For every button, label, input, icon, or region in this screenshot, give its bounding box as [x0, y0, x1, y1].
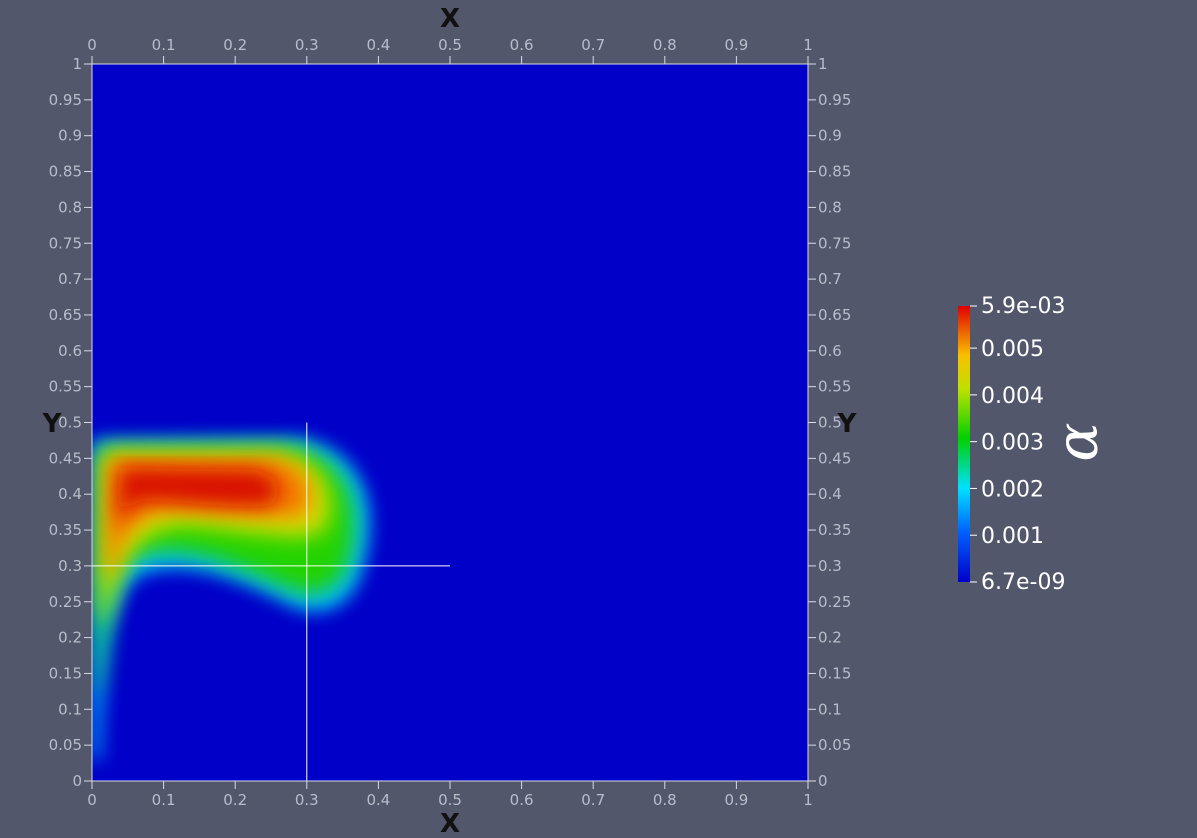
- colorbar-tick-label: 0.005: [981, 337, 1044, 362]
- x-tick-label: 0.2: [223, 791, 247, 809]
- y-tick-label: 0.75: [49, 234, 82, 252]
- y-tick-label: 0.9: [58, 127, 82, 145]
- colorbar-title: α: [1043, 422, 1111, 461]
- x-tick-label: 0.6: [510, 791, 534, 809]
- x-axis-title-bottom: X: [440, 809, 460, 838]
- x-tick-label: 0.8: [653, 36, 677, 54]
- y-tick-label: 0.5: [58, 414, 82, 432]
- y-tick-label: 0.2: [818, 629, 842, 647]
- x-tick-label: 0.1: [152, 36, 176, 54]
- y-tick-label: 0.65: [818, 306, 851, 324]
- colorbar-tick-label: 0.002: [981, 477, 1044, 502]
- colorbar-tick-label: 0.001: [981, 524, 1044, 549]
- x-tick-label: 0.7: [581, 36, 605, 54]
- x-tick-label: 1: [803, 36, 813, 54]
- y-tick-label: 0.6: [818, 342, 842, 360]
- x-tick-label: 0: [87, 36, 97, 54]
- colorbar-tick-label: 0.003: [981, 431, 1044, 456]
- y-tick-label: 0.8: [58, 198, 82, 216]
- y-tick-label: 0.65: [49, 306, 82, 324]
- y-axis-title-left: Y: [42, 409, 63, 439]
- colorbar-gradient: [958, 306, 970, 582]
- field-background: [92, 64, 808, 781]
- y-tick-label: 0.15: [49, 664, 82, 682]
- y-tick-label: 0: [72, 772, 82, 790]
- y-tick-label: 0.15: [818, 664, 851, 682]
- x-tick-label: 0.9: [724, 791, 748, 809]
- y-tick-label: 0.75: [818, 234, 851, 252]
- y-tick-label: 0.7: [58, 270, 82, 288]
- x-tick-label: 0.2: [223, 36, 247, 54]
- colorbar-max-label: 5.9e-03: [981, 294, 1065, 319]
- y-tick-label: 0.4: [818, 485, 842, 503]
- y-tick-label: 0.35: [49, 521, 82, 539]
- x-axis-title-top: X: [440, 4, 460, 34]
- x-tick-label: 0.7: [581, 791, 605, 809]
- y-tick-label: 0.6: [58, 342, 82, 360]
- y-tick-label: 0.85: [49, 163, 82, 181]
- colorbar-min-label: 6.7e-09: [981, 570, 1065, 595]
- y-tick-label: 0.85: [818, 163, 851, 181]
- x-tick-label: 0.3: [295, 791, 319, 809]
- y-tick-label: 0.2: [58, 629, 82, 647]
- y-tick-label: 0.25: [49, 593, 82, 611]
- y-tick-label: 0.1: [58, 700, 82, 718]
- x-tick-label: 0.3: [295, 36, 319, 54]
- colorbar: 5.9e-03 6.7e-09 0.005 0.004 0.003 0.002 0.00…: [958, 294, 1111, 595]
- y-tick-label: 1: [818, 55, 828, 73]
- render-viewport: 0 0.1 0.2 0.3 0.4 0.5 0.6 0.7 0.8 0.9 1 0 0.1 0.2 0.3…: [42, 4, 1111, 838]
- y-tick-label: 0.95: [818, 91, 851, 109]
- y-tick-label: 0.25: [818, 593, 851, 611]
- x-tick-label: 0.9: [724, 36, 748, 54]
- y-axis-title-right: Y: [837, 409, 858, 439]
- x-tick-label: 1: [803, 791, 813, 809]
- y-tick-label: 0.55: [49, 378, 82, 396]
- x-axis-bottom: 0 0.1 0.2 0.3 0.4 0.5 0.6 0.7 0.8 0.9 1: [87, 781, 813, 809]
- x-tick-label: 0.1: [152, 791, 176, 809]
- y-tick-label: 0.35: [818, 521, 851, 539]
- y-tick-label: 0: [818, 772, 828, 790]
- y-tick-label: 0.05: [818, 736, 851, 754]
- y-tick-label: 1: [72, 55, 82, 73]
- x-tick-label: 0.8: [653, 791, 677, 809]
- colorbar-tick-label: 0.004: [981, 384, 1044, 409]
- y-tick-label: 0.45: [49, 449, 82, 467]
- y-tick-label: 0.4: [58, 485, 82, 503]
- x-tick-label: 0.4: [366, 791, 390, 809]
- x-tick-label: 0.6: [510, 36, 534, 54]
- y-tick-label: 0.1: [818, 700, 842, 718]
- y-tick-label: 0.45: [818, 449, 851, 467]
- y-tick-label: 0.3: [818, 557, 842, 575]
- y-tick-label: 0.7: [818, 270, 842, 288]
- y-tick-label: 0.05: [49, 736, 82, 754]
- x-axis-top: 0 0.1 0.2 0.3 0.4 0.5 0.6 0.7 0.8 0.9 1: [87, 36, 813, 64]
- x-tick-label: 0.4: [366, 36, 390, 54]
- x-tick-label: 0.5: [438, 791, 462, 809]
- x-tick-label: 0: [87, 791, 97, 809]
- y-tick-label: 0.55: [818, 378, 851, 396]
- y-tick-label: 0.9: [818, 127, 842, 145]
- y-tick-label: 0.3: [58, 557, 82, 575]
- x-tick-label: 0.5: [438, 36, 462, 54]
- y-tick-label: 0.95: [49, 91, 82, 109]
- y-tick-label: 0.8: [818, 198, 842, 216]
